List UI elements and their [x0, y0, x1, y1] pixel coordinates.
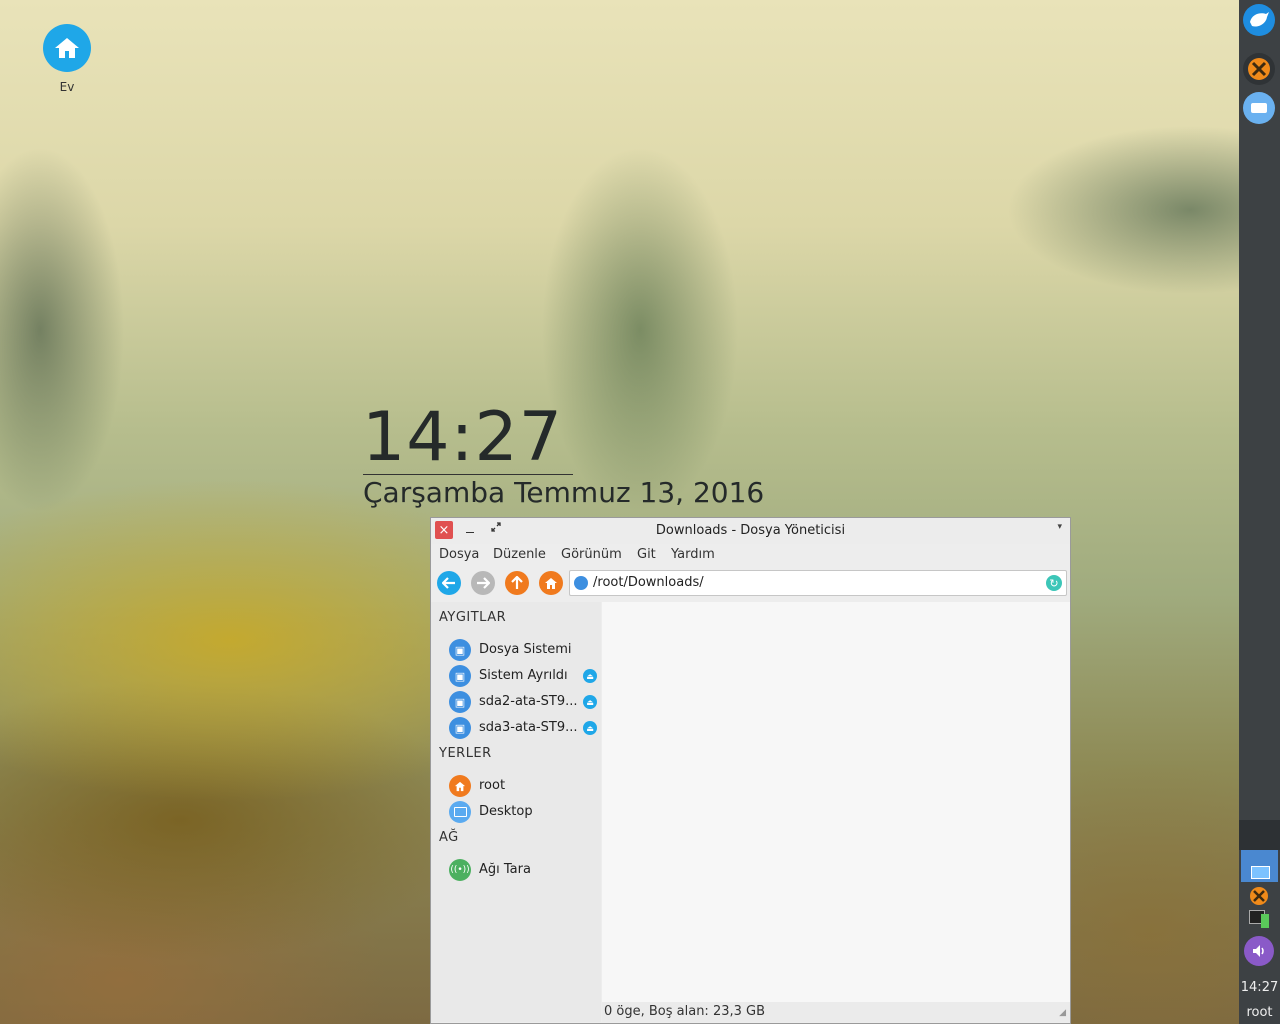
toolbar: /root/Downloads/ ↻ [431, 568, 1070, 600]
side-panel: 14:27 root [1239, 0, 1280, 1024]
sidebar-item-sda2[interactable]: ▣ sda2-ata-ST9... ⏏ [449, 690, 601, 714]
desktop-clock-time: 14:27 [362, 398, 563, 477]
forward-button[interactable] [471, 571, 495, 595]
sidebar-item-label: sda3-ata-ST9... [479, 720, 578, 735]
section-places: YERLER [439, 746, 492, 761]
menu-gorunum[interactable]: Görünüm [561, 547, 622, 562]
desktop-home-label: Ev [59, 80, 75, 94]
menu-duzenle[interactable]: Düzenle [493, 547, 546, 562]
sidebar-item-label: Ağı Tara [479, 862, 531, 877]
sidebar-item-desktop[interactable]: Desktop [449, 800, 601, 824]
arrow-right-icon [477, 577, 490, 589]
panel-user[interactable]: root [1239, 1005, 1280, 1020]
arrow-up-icon [511, 576, 523, 589]
network-icon: ((•)) [449, 859, 471, 881]
menu-bar: Dosya Düzenle Görünüm Git Yardım [431, 544, 1070, 566]
menu-yardim[interactable]: Yardım [671, 547, 715, 562]
sidebar-item-filesystem[interactable]: ▣ Dosya Sistemi [449, 638, 601, 662]
home-icon [43, 24, 91, 72]
sidebar-item-label: sda2-ata-ST9... [479, 694, 578, 709]
clock-divider [363, 474, 573, 475]
network-monitor-icon[interactable] [1249, 910, 1269, 928]
drive-icon: ▣ [449, 639, 471, 661]
desktop-home-shortcut[interactable]: Ev [38, 24, 96, 94]
panel-clock[interactable]: 14:27 [1239, 980, 1280, 995]
address-value: /root/Downloads/ [593, 575, 704, 590]
drive-icon: ▣ [449, 717, 471, 739]
app-menu-bird-icon[interactable] [1243, 4, 1275, 36]
drive-icon: ▣ [449, 665, 471, 687]
status-text: 0 öge, Boş alan: 23,3 GB [604, 1004, 766, 1019]
x-tray-icon[interactable] [1249, 886, 1269, 910]
desktop-icon [449, 801, 471, 823]
title-bar[interactable]: × Downloads - Dosya Yöneticisi ▾ [431, 518, 1070, 544]
window-switcher-icon[interactable] [1243, 92, 1275, 124]
refresh-icon[interactable]: ↻ [1046, 575, 1062, 591]
resize-grip-icon[interactable]: ◢ [1059, 1008, 1066, 1018]
sidebar-item-label: Dosya Sistemi [479, 642, 572, 657]
volume-icon[interactable] [1244, 936, 1274, 966]
desktop-clock-date: Çarşamba Temmuz 13, 2016 [363, 476, 765, 509]
sidebar-item-root[interactable]: root [449, 774, 601, 798]
back-button[interactable] [437, 571, 461, 595]
section-network: AĞ [439, 830, 459, 845]
home-icon [545, 577, 557, 589]
sidebar-item-network-scan[interactable]: ((•)) Ağı Tara [449, 858, 601, 882]
eject-icon[interactable]: ⏏ [583, 669, 597, 683]
sidebar-item-label: Desktop [479, 804, 533, 819]
drive-icon: ▣ [449, 691, 471, 713]
eject-icon[interactable]: ⏏ [583, 721, 597, 735]
sidebar-item-sda3[interactable]: ▣ sda3-ata-ST9... ⏏ [449, 716, 601, 740]
window-title: Downloads - Dosya Yöneticisi [655, 523, 846, 538]
arrow-left-icon [442, 577, 455, 589]
places-sidebar: AYGITLAR ▣ Dosya Sistemi ▣ Sistem Ayrıld… [431, 602, 601, 1022]
home-button[interactable] [539, 571, 563, 595]
address-bar[interactable]: /root/Downloads/ ↻ [569, 570, 1067, 596]
x-launcher-icon[interactable] [1243, 53, 1275, 85]
status-bar: 0 öge, Boş alan: 23,3 GB ◢ [602, 1002, 1070, 1022]
file-list-area[interactable] [602, 602, 1070, 1002]
workspace-pager[interactable] [1239, 820, 1280, 850]
window-menu-chevron-icon[interactable]: ▾ [1057, 522, 1062, 532]
sidebar-item-label: Sistem Ayrıldı [479, 668, 568, 683]
sidebar-item-sistem-ayrildi[interactable]: ▣ Sistem Ayrıldı ⏏ [449, 664, 601, 688]
home-icon [449, 775, 471, 797]
file-manager-window: × Downloads - Dosya Yöneticisi ▾ Dosya D… [430, 517, 1071, 1024]
drive-icon [574, 576, 588, 590]
eject-icon[interactable]: ⏏ [583, 695, 597, 709]
sidebar-item-label: root [479, 778, 506, 793]
active-window-icon[interactable] [1241, 850, 1278, 882]
section-devices: AYGITLAR [439, 610, 507, 625]
menu-git[interactable]: Git [637, 547, 656, 562]
up-button[interactable] [505, 571, 529, 595]
menu-dosya[interactable]: Dosya [439, 547, 479, 562]
